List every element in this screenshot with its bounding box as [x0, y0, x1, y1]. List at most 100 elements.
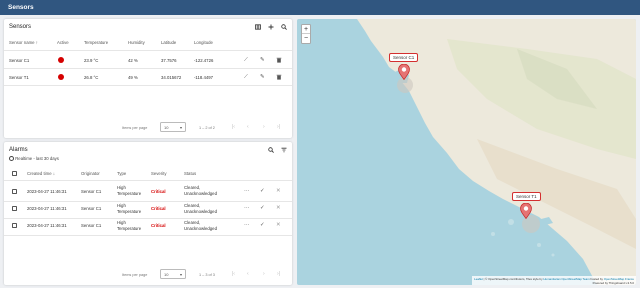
sort-arrow-icon: ↑ — [35, 40, 38, 45]
prev-page-icon[interactable]: ‹ — [247, 124, 249, 130]
page-size-select[interactable]: 10 ▾ — [160, 122, 186, 132]
page-size-select[interactable]: 10 ▾ — [160, 269, 186, 279]
marker-label-sensor-t1: Sensor T1 — [512, 192, 541, 201]
temperature-value: 23.9 °C — [84, 58, 99, 63]
more-icon[interactable]: ··· — [244, 188, 250, 194]
column-longitude[interactable]: Longitude — [194, 40, 213, 45]
edit-icon[interactable]: ✎ — [260, 74, 265, 80]
zoom-in-button[interactable]: + — [302, 25, 310, 34]
prev-page-icon[interactable]: ‹ — [247, 271, 249, 277]
hot-link[interactable]: Humanitarian OpenStreetMap Team — [543, 277, 589, 281]
column-sensor-name[interactable]: Sensor name ↑ — [9, 40, 38, 45]
humidity-value: 49 % — [128, 75, 138, 80]
first-page-icon[interactable]: |‹ — [232, 124, 235, 130]
status-line1: Cleared, — [184, 220, 201, 225]
sensor-name: Sensor T1 — [9, 75, 29, 80]
filter-icon[interactable] — [281, 147, 287, 153]
last-page-icon[interactable]: ›| — [277, 124, 280, 130]
chart-icon[interactable]: ⟋ — [244, 74, 248, 80]
column-status[interactable]: Status — [184, 171, 196, 176]
sensor-name: Sensor C1 — [9, 58, 30, 63]
column-type[interactable]: Type — [117, 171, 126, 176]
active-indicator — [58, 74, 64, 80]
clear-icon[interactable]: ✕ — [276, 188, 281, 194]
sort-arrow-icon: ↓ — [52, 171, 55, 176]
status-line2: Unacknowledged — [184, 209, 217, 214]
next-page-icon[interactable]: › — [263, 271, 265, 277]
map-attribution: Leaflet | © OpenStreetMap contributors, … — [472, 276, 636, 285]
alarm-type-line1: High — [117, 185, 126, 190]
add-icon[interactable] — [268, 24, 274, 30]
zoom-out-button[interactable]: − — [302, 34, 310, 43]
severity-badge: Critical — [151, 189, 166, 194]
status-line2: Unacknowledged — [184, 191, 217, 196]
delete-icon[interactable] — [276, 74, 282, 82]
time-filter[interactable]: Realtime - last 30 days — [9, 156, 59, 161]
row-checkbox[interactable] — [12, 189, 17, 194]
map-icon[interactable] — [255, 24, 261, 30]
search-icon[interactable] — [281, 24, 287, 30]
originator: Sensor C1 — [81, 206, 102, 211]
column-originator[interactable]: Originator — [81, 171, 100, 176]
column-created-time[interactable]: Created time ↓ — [27, 171, 55, 176]
temperature-value: 26.8 °C — [84, 75, 99, 80]
select-all-checkbox[interactable] — [12, 171, 17, 176]
zoom-control: + − — [301, 24, 311, 44]
osmfr-link[interactable]: OpenStreetMap France — [604, 277, 634, 281]
column-active[interactable]: Active — [57, 40, 69, 45]
latitude-value: 37.7576 — [161, 58, 177, 63]
acknowledge-icon[interactable]: ✓ — [260, 222, 265, 228]
chevron-down-icon: ▾ — [179, 272, 182, 277]
edit-icon[interactable]: ✎ — [260, 57, 265, 63]
active-indicator — [58, 57, 64, 63]
alarms-title: Alarms — [9, 147, 28, 153]
chart-icon[interactable]: ⟋ — [244, 57, 248, 63]
leaflet-link[interactable]: Leaflet — [474, 277, 483, 281]
search-icon[interactable] — [268, 147, 274, 153]
alarm-type-line1: High — [117, 220, 126, 225]
column-humidity[interactable]: Humidity — [128, 40, 145, 45]
created-time: 2023-04-27 11:46:31 — [27, 223, 67, 228]
column-temperature[interactable]: Temperature — [84, 40, 108, 45]
first-page-icon[interactable]: |‹ — [232, 271, 235, 277]
latitude-value: 34.015672 — [161, 75, 182, 80]
originator: Sensor C1 — [81, 223, 102, 228]
alarm-type-line1: High — [117, 203, 126, 208]
map-widget[interactable]: + − Sensor C1 Sensor T1 Leaflet | © Open… — [297, 19, 636, 285]
chevron-down-icon: ▾ — [179, 125, 182, 130]
alarm-type-line2: Temperature — [117, 191, 142, 196]
alarms-card: Alarms Realtime - last 30 days Created t… — [4, 142, 292, 285]
top-bar: Sensors — [0, 0, 640, 15]
originator: Sensor C1 — [81, 189, 102, 194]
clear-icon[interactable]: ✕ — [276, 222, 281, 228]
row-checkbox[interactable] — [12, 206, 17, 211]
page-range: 1 – 3 of 3 — [199, 273, 215, 277]
column-latitude[interactable]: Latitude — [161, 40, 176, 45]
powered-by: Powered by Thingsboard v.3.5.0 — [592, 280, 634, 285]
map-terrain — [357, 19, 636, 285]
alarm-type-line2: Temperature — [117, 226, 142, 231]
last-page-icon[interactable]: ›| — [277, 271, 280, 277]
acknowledge-icon[interactable]: ✓ — [260, 205, 265, 211]
map-marker-icon[interactable] — [398, 64, 410, 80]
severity-badge: Critical — [151, 206, 166, 211]
longitude-value: -122.4726 — [194, 58, 214, 63]
humidity-value: 42 % — [128, 58, 138, 63]
next-page-icon[interactable]: › — [263, 124, 265, 130]
status-line1: Cleared, — [184, 203, 201, 208]
clear-icon[interactable]: ✕ — [276, 205, 281, 211]
more-icon[interactable]: ··· — [244, 205, 250, 211]
items-per-page-label: Items per page — [122, 273, 148, 277]
created-time: 2023-04-27 11:46:31 — [27, 189, 67, 194]
marker-label-sensor-c1: Sensor C1 — [389, 53, 419, 62]
row-checkbox[interactable] — [12, 223, 17, 228]
more-icon[interactable]: ··· — [244, 222, 250, 228]
sensors-card: Sensors Sensor name ↑ Active Temperature… — [4, 19, 292, 138]
column-severity[interactable]: Severity — [151, 171, 167, 176]
longitude-value: -118.4497 — [194, 75, 214, 80]
dashboard-title: Sensors — [8, 4, 34, 11]
map-marker-icon[interactable] — [520, 203, 532, 219]
delete-icon[interactable] — [276, 57, 282, 65]
acknowledge-icon[interactable]: ✓ — [260, 188, 265, 194]
clock-icon — [9, 156, 14, 161]
